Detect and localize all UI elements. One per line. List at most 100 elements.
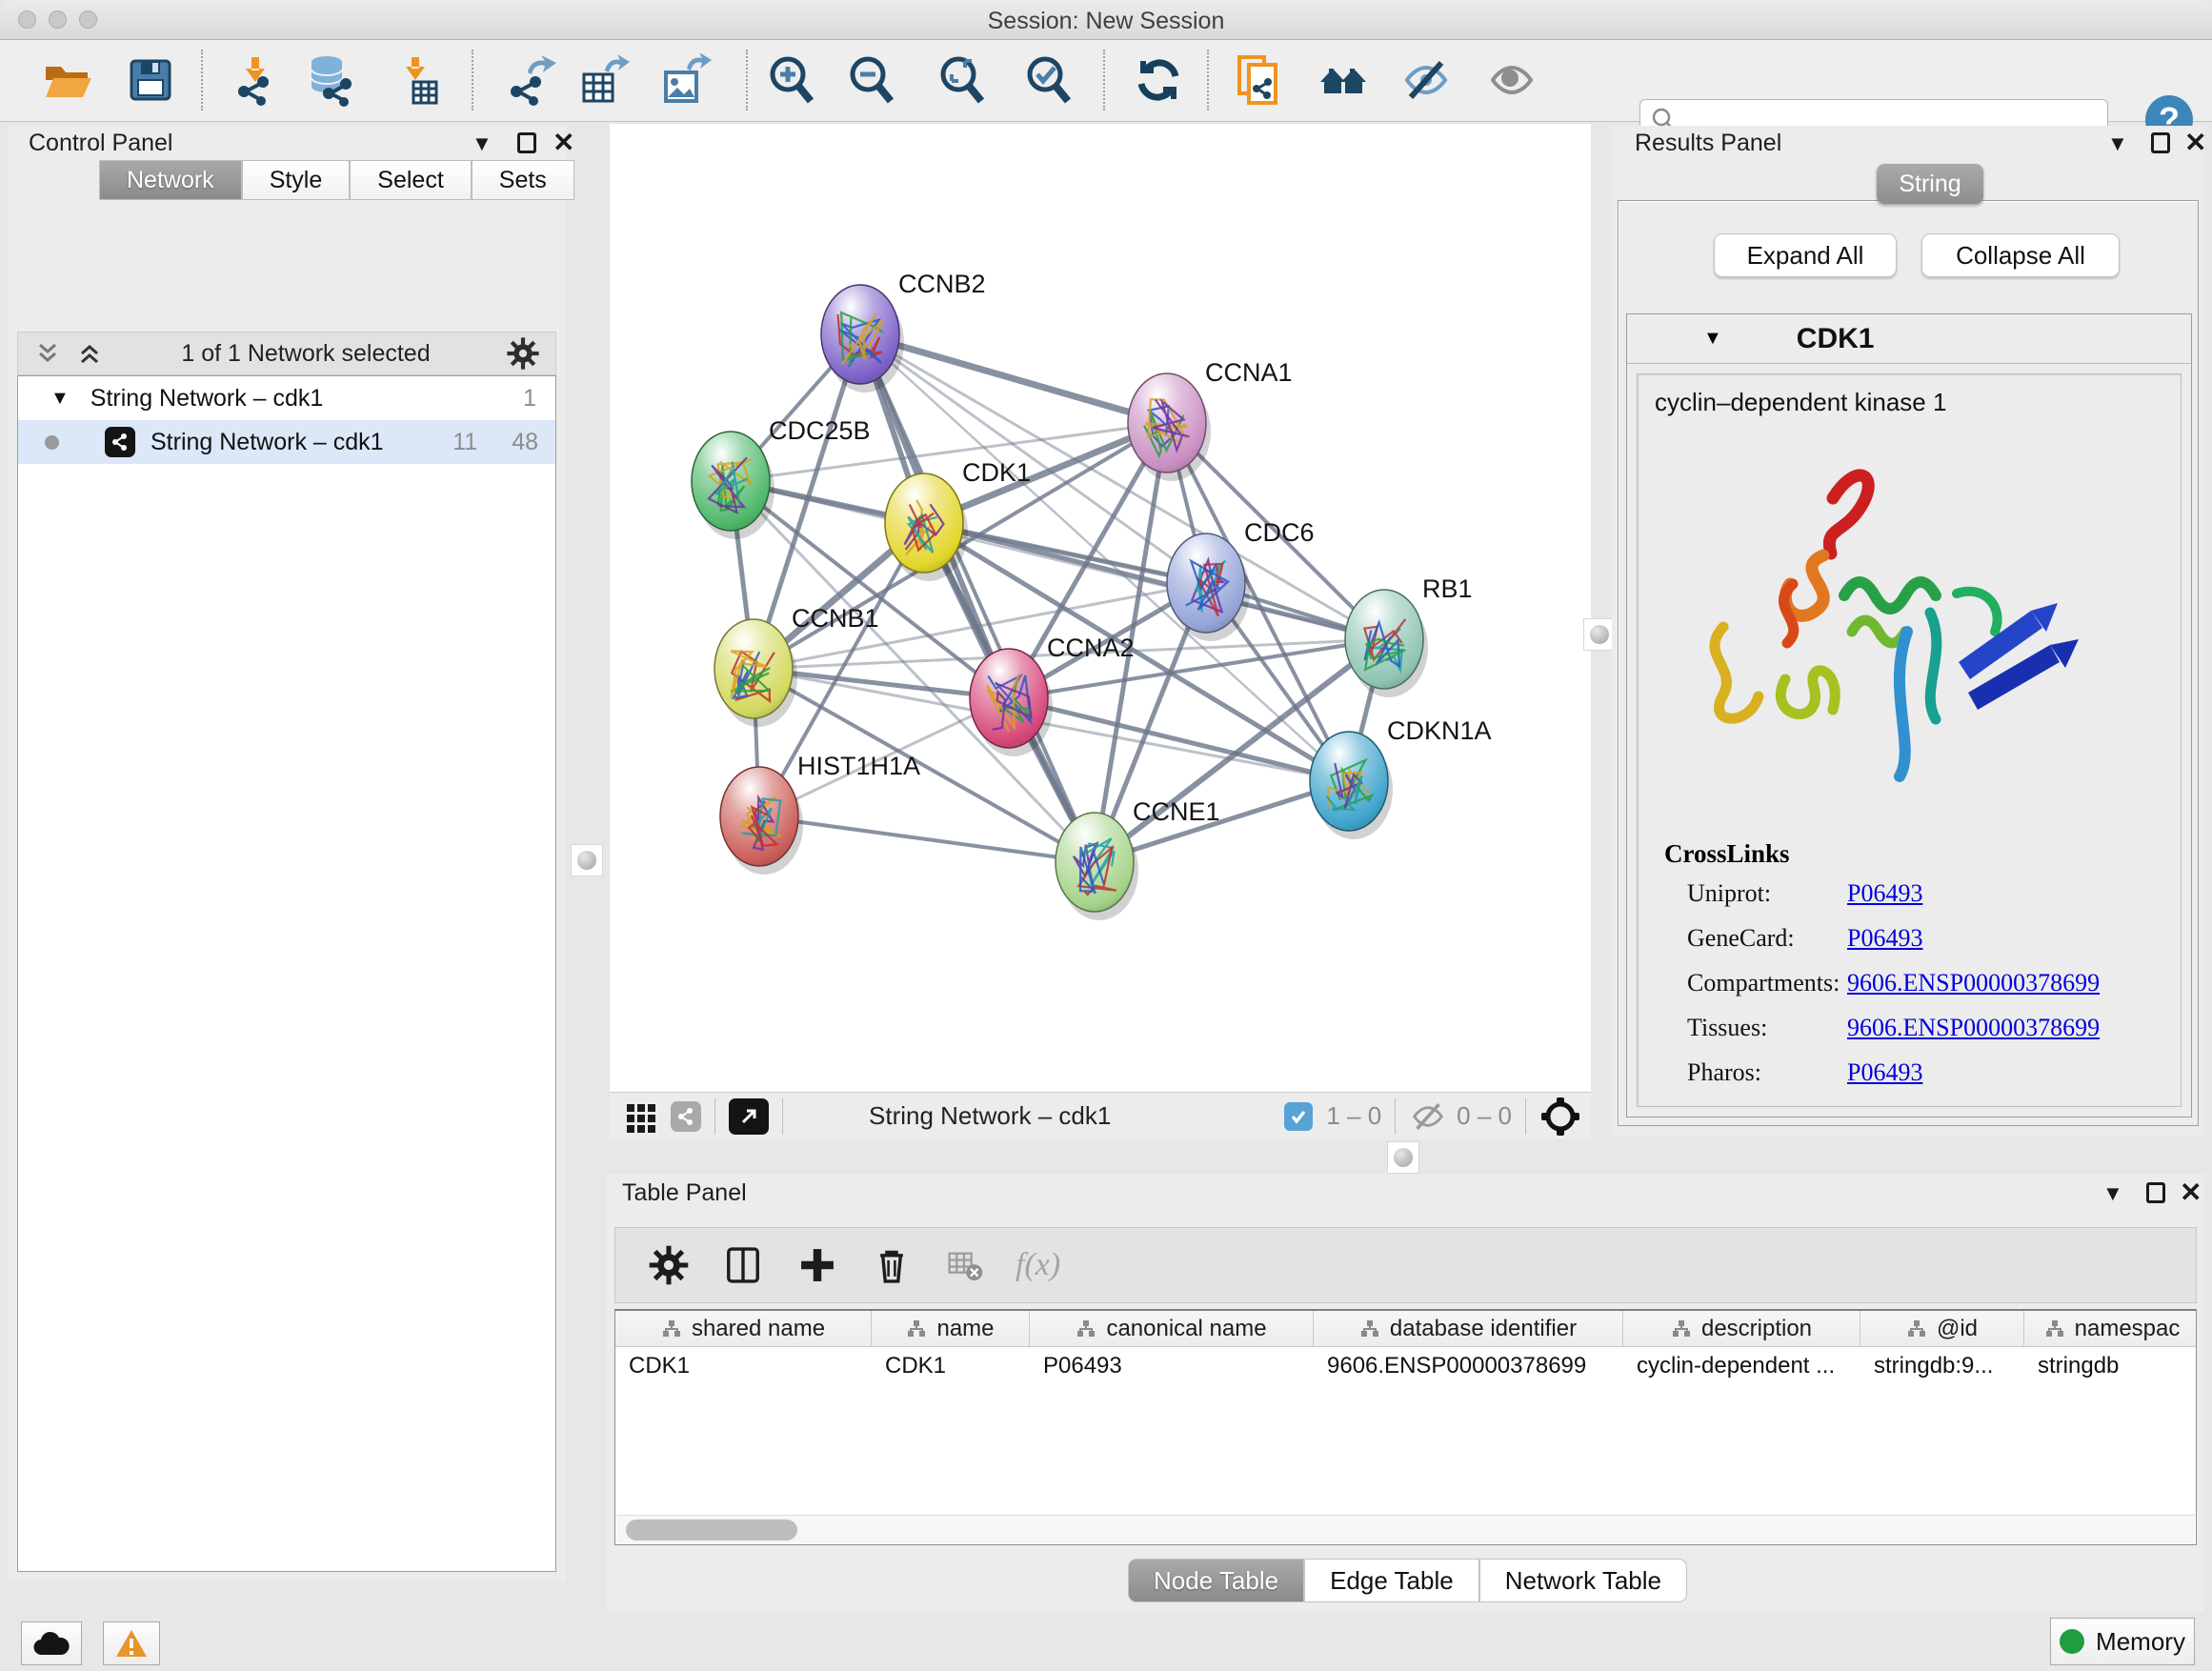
network-collection-row[interactable]: ▼ String Network – cdk1 1 <box>18 376 555 420</box>
zoom-selected-icon[interactable] <box>1022 53 1076 107</box>
import-network-file-icon[interactable] <box>229 53 282 107</box>
cell-2[interactable]: P06493 <box>1030 1347 1314 1385</box>
refresh-icon[interactable] <box>1132 53 1185 107</box>
close-panel-icon[interactable]: ✕ <box>2184 132 2206 153</box>
column-header-description[interactable]: description <box>1623 1311 1860 1346</box>
duplicate-network-icon[interactable] <box>1232 53 1285 107</box>
node-HIST1H1A[interactable]: HIST1H1A <box>720 752 920 875</box>
column-header-canonical-name[interactable]: canonical name <box>1030 1311 1314 1346</box>
add-column-icon[interactable] <box>796 1244 838 1286</box>
home-layout-icon[interactable] <box>1317 53 1370 107</box>
crosslink-link[interactable]: P06493 <box>1847 1058 1922 1087</box>
gene-header[interactable]: ▼ CDK1 <box>1627 314 2191 364</box>
table-row[interactable]: CDK1CDK1P064939606.ENSP00000378699cyclin… <box>615 1347 2196 1385</box>
hide-selected-icon[interactable] <box>1399 53 1453 107</box>
right-splitter-handle[interactable] <box>1583 618 1616 651</box>
close-panel-icon[interactable]: ✕ <box>553 132 574 153</box>
horizontal-splitter-handle[interactable] <box>1387 1141 1419 1174</box>
delete-table-icon[interactable] <box>945 1246 983 1284</box>
show-all-icon[interactable] <box>1485 53 1538 107</box>
column-header-namespac[interactable]: namespac <box>2024 1311 2197 1346</box>
collapse-panel-icon[interactable]: ▼ <box>2102 1181 2123 1206</box>
delete-column-icon[interactable] <box>871 1244 913 1286</box>
tab-style[interactable]: Style <box>242 160 351 200</box>
crosslink-link[interactable]: P06493 <box>1847 879 1922 908</box>
collapse-all-button[interactable]: Collapse All <box>1921 233 2120 277</box>
gear-icon[interactable] <box>506 336 540 371</box>
tab-network[interactable]: Network <box>99 160 242 200</box>
cell-3[interactable]: 9606.ENSP00000378699 <box>1314 1347 1623 1385</box>
grid-view-icon[interactable] <box>623 1098 659 1135</box>
float-panel-icon[interactable] <box>517 132 536 153</box>
collapse-all-icon[interactable] <box>31 337 64 370</box>
cloud-status-button[interactable] <box>21 1621 82 1665</box>
network-canvas[interactable]: CCNB2CCNA1CDC25BCDK1CDC6RB1CCNB1CCNA2CDK… <box>610 124 1591 1092</box>
node-RB1[interactable]: RB1 <box>1345 574 1473 697</box>
export-table-icon[interactable] <box>576 53 630 107</box>
crosslink-link[interactable]: 9606.ENSP00000378699 <box>1847 1014 2100 1042</box>
expand-all-icon[interactable] <box>73 337 106 370</box>
node-CDC6[interactable]: CDC6 <box>1167 518 1315 641</box>
collapse-panel-icon[interactable]: ▼ <box>2107 131 2128 156</box>
column-header-shared-name[interactable]: shared name <box>615 1311 872 1346</box>
import-table-file-icon[interactable] <box>389 53 442 107</box>
cell-4[interactable]: cyclin-dependent ... <box>1623 1347 1860 1385</box>
string-network-graph[interactable]: CCNB2CCNA1CDC25BCDK1CDC6RB1CCNB1CCNA2CDK… <box>610 124 1591 1092</box>
float-panel-icon[interactable] <box>2151 132 2170 153</box>
network-selection-bar: 1 of 1 Network selected <box>17 332 556 375</box>
save-session-icon[interactable] <box>124 53 177 107</box>
expand-all-button[interactable]: Expand All <box>1714 233 1897 277</box>
edge-CDK1-RB1[interactable] <box>924 523 1384 639</box>
column-label: @id <box>1937 1316 1978 1342</box>
node-CDKN1A[interactable]: CDKN1A <box>1310 716 1492 839</box>
collapse-panel-icon[interactable]: ▼ <box>472 131 493 156</box>
import-network-database-icon[interactable] <box>304 53 357 107</box>
node-CCNA1[interactable]: CCNA1 <box>1128 358 1293 481</box>
node-CCNA2[interactable]: CCNA2 <box>970 634 1135 756</box>
cell-6[interactable]: stringdb <box>2024 1347 2197 1385</box>
zoom-fit-icon[interactable] <box>935 53 989 107</box>
birds-eye-view-icon[interactable] <box>1539 1096 1581 1137</box>
edge-CCNB2-CCNE1[interactable] <box>860 334 1095 862</box>
cell-0[interactable]: CDK1 <box>615 1347 872 1385</box>
zoom-out-icon[interactable] <box>845 53 898 107</box>
function-builder-icon[interactable]: f(x) <box>1016 1247 1060 1283</box>
cell-5[interactable]: stringdb:9... <box>1860 1347 2024 1385</box>
edge-CCNB2-CCNA1[interactable] <box>860 334 1167 423</box>
network-view-icon[interactable] <box>671 1101 701 1132</box>
scrollbar-thumb[interactable] <box>626 1520 797 1540</box>
show-columns-icon[interactable] <box>722 1244 764 1286</box>
table-settings-gear-icon[interactable] <box>648 1244 690 1286</box>
close-panel-icon[interactable]: ✕ <box>2180 1182 2202 1203</box>
float-panel-icon[interactable] <box>2146 1182 2165 1203</box>
warning-status-button[interactable] <box>103 1621 160 1665</box>
tab-node-table[interactable]: Node Table <box>1128 1559 1304 1602</box>
column-header--id[interactable]: @id <box>1860 1311 2024 1346</box>
tab-edge-table[interactable]: Edge Table <box>1304 1559 1479 1602</box>
column-header-name[interactable]: name <box>872 1311 1030 1346</box>
open-file-icon[interactable] <box>40 53 93 107</box>
crosslink-link[interactable]: P06493 <box>1847 924 1922 953</box>
network-row[interactable]: String Network – cdk1 11 48 <box>18 420 555 464</box>
horizontal-scrollbar[interactable] <box>616 1515 2195 1543</box>
cytoscape-window: { "window": { "title": "Session: New Ses… <box>0 0 2212 1671</box>
cell-1[interactable]: CDK1 <box>872 1347 1030 1385</box>
edge-HIST1H1A-CCNE1[interactable] <box>759 816 1095 862</box>
export-network-icon[interactable] <box>503 53 556 107</box>
gene-collapse-icon[interactable]: ▼ <box>1703 328 1722 350</box>
tree-expand-icon[interactable]: ▼ <box>50 388 70 410</box>
crosslink-link[interactable]: 9606.ENSP00000378699 <box>1847 969 2100 997</box>
left-splitter-handle[interactable] <box>571 844 603 876</box>
selected-checkbox-icon[interactable] <box>1284 1102 1313 1131</box>
node-CCNE1[interactable]: CCNE1 <box>1056 797 1220 920</box>
tab-string[interactable]: String <box>1877 164 1983 204</box>
warning-icon <box>114 1628 149 1659</box>
tab-sets[interactable]: Sets <box>472 160 574 200</box>
tab-network-table[interactable]: Network Table <box>1479 1559 1687 1602</box>
tab-select[interactable]: Select <box>350 160 471 200</box>
column-header-database-identifier[interactable]: database identifier <box>1314 1311 1623 1346</box>
export-image-icon[interactable] <box>658 53 712 107</box>
zoom-in-icon[interactable] <box>765 53 818 107</box>
memory-button[interactable]: Memory <box>2050 1618 2195 1665</box>
open-in-window-icon[interactable] <box>729 1098 769 1135</box>
